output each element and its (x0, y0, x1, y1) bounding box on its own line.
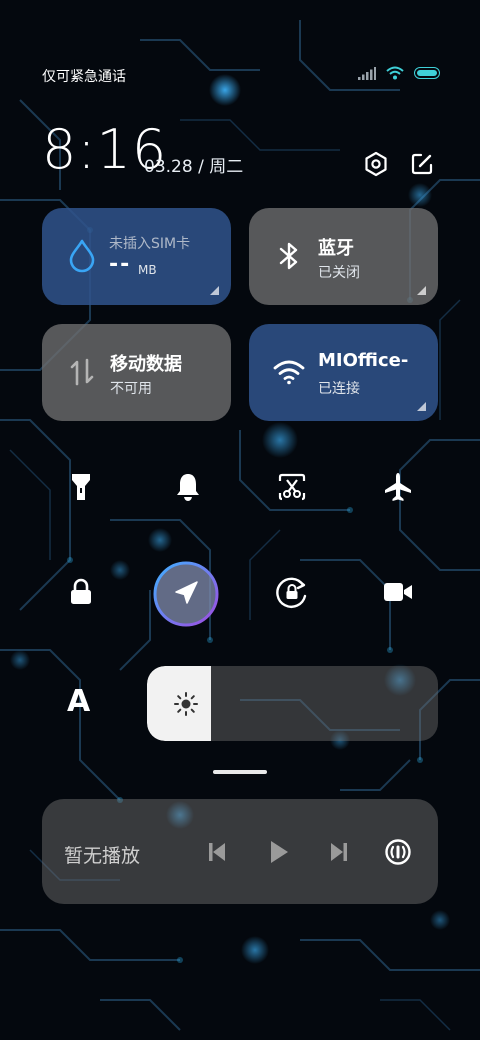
next-track-button[interactable] (324, 837, 354, 867)
wifi-tile[interactable]: MIOffice- 已连接 (249, 324, 438, 421)
data-usage-tile[interactable]: 未插入SIM卡 -- MB (42, 208, 231, 305)
bluetooth-state: 已关闭 (318, 265, 360, 281)
panel-drag-handle[interactable] (213, 770, 267, 774)
cast-audio-icon (385, 839, 411, 865)
mobile-data-title: 移动数据 (110, 354, 182, 375)
mobile-data-icon (66, 354, 98, 390)
data-usage-unit: MB (138, 263, 157, 277)
audio-output-button[interactable] (383, 837, 413, 867)
video-icon[interactable] (378, 572, 418, 612)
skip-next-icon (331, 843, 347, 861)
signal-icon (358, 66, 376, 80)
mobile-data-tile[interactable]: 移动数据 不可用 (42, 324, 231, 421)
location-toggle[interactable] (153, 561, 219, 627)
flashlight-icon[interactable] (61, 467, 101, 507)
clock-date: 03.28 / 周二 (144, 157, 244, 177)
settings-icon[interactable] (362, 150, 390, 178)
lock-icon[interactable] (61, 572, 101, 612)
media-status-label: 暂无播放 (64, 845, 141, 867)
status-icons (358, 66, 440, 80)
bell-icon[interactable] (168, 467, 208, 507)
media-card[interactable]: 暂无播放 (42, 799, 438, 904)
water-drop-icon (66, 238, 98, 274)
battery-icon (414, 67, 440, 79)
sun-icon (174, 692, 198, 716)
brightness-slider[interactable] (147, 666, 438, 741)
skip-previous-icon (209, 843, 225, 861)
wifi-icon (273, 354, 305, 390)
expand-corner-icon (210, 286, 219, 295)
play-button[interactable] (264, 837, 294, 867)
rotation-lock-icon[interactable] (272, 572, 312, 612)
wifi-title: MIOffice- (318, 350, 409, 371)
data-usage-label: 未插入SIM卡 (109, 236, 191, 252)
bluetooth-icon (273, 238, 305, 274)
screenshot-icon[interactable] (272, 467, 312, 507)
mobile-data-state: 不可用 (110, 381, 152, 397)
bluetooth-title: 蓝牙 (318, 238, 354, 259)
auto-brightness-button[interactable]: A (67, 684, 90, 719)
play-icon (271, 841, 288, 863)
airplane-icon[interactable] (378, 467, 418, 507)
expand-corner-icon (417, 402, 426, 411)
carrier-status: 仅可紧急通话 (42, 69, 126, 85)
wifi-status-icon (386, 66, 404, 80)
bluetooth-tile[interactable]: 蓝牙 已关闭 (249, 208, 438, 305)
data-usage-value: -- (109, 252, 132, 277)
expand-corner-icon (417, 286, 426, 295)
previous-track-button[interactable] (202, 837, 232, 867)
location-icon (153, 561, 219, 627)
edit-icon[interactable] (408, 150, 436, 178)
wifi-state: 已连接 (318, 381, 360, 397)
